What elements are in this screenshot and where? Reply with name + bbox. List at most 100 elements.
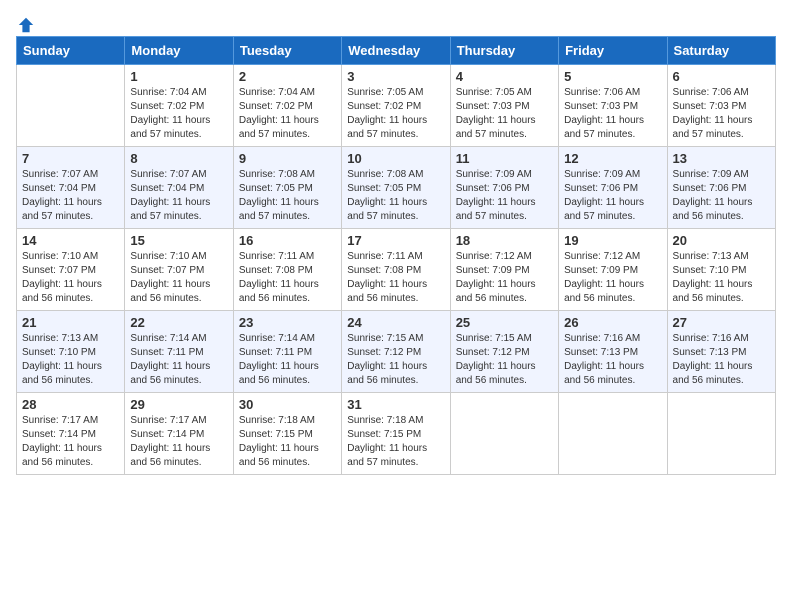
day-info: Sunrise: 7:13 AM Sunset: 7:10 PM Dayligh… [673,250,770,306]
day-info: Sunrise: 7:05 AM Sunset: 7:03 PM Dayligh… [456,86,553,142]
day-number: 10 [347,151,444,166]
calendar-cell: 22Sunrise: 7:14 AM Sunset: 7:11 PM Dayli… [125,311,233,393]
day-number: 31 [347,397,444,412]
day-number: 3 [347,69,444,84]
calendar-cell: 9 Sunrise: 7:08 AM Sunset: 7:05 PM Daylig… [233,147,341,229]
day-number: 7 [22,151,119,166]
day-info: Sunrise: 7:18 AM Sunset: 7:15 PM Dayligh… [347,414,444,470]
calendar-cell: 7 Sunrise: 7:07 AM Sunset: 7:04 PM Daylig… [17,147,125,229]
day-info: Sunrise: 7:04 AM Sunset: 7:02 PM Dayligh… [239,86,336,142]
calendar-cell: 18 Sunrise: 7:12 AM Sunset: 7:09 PM Dayli… [450,229,558,311]
calendar-header-row: SundayMondayTuesdayWednesdayThursdayFrid… [17,37,776,65]
day-number: 19 [564,233,661,248]
weekday-header-friday: Friday [559,37,667,65]
logo-icon [17,16,35,34]
day-info: Sunrise: 7:09 AM Sunset: 7:06 PM Dayligh… [564,168,661,224]
logo [16,16,36,30]
header [16,16,776,30]
calendar-cell: 5 Sunrise: 7:06 AM Sunset: 7:03 PM Daylig… [559,65,667,147]
day-number: 1 [130,69,227,84]
day-info: Sunrise: 7:05 AM Sunset: 7:02 PM Dayligh… [347,86,444,142]
day-info: Sunrise: 7:12 AM Sunset: 7:09 PM Dayligh… [456,250,553,306]
day-info: Sunrise: 7:15 AM Sunset: 7:12 PM Dayligh… [347,332,444,388]
calendar-cell: 26 Sunrise: 7:16 AM Sunset: 7:13 PM Dayli… [559,311,667,393]
day-number: 17 [347,233,444,248]
day-number: 20 [673,233,770,248]
calendar-week-row: 7 Sunrise: 7:07 AM Sunset: 7:04 PM Daylig… [17,147,776,229]
day-number: 14 [22,233,119,248]
calendar-cell: 3 Sunrise: 7:05 AM Sunset: 7:02 PM Daylig… [342,65,450,147]
day-info: Sunrise: 7:17 AM Sunset: 7:14 PM Dayligh… [130,414,227,470]
calendar-cell: 4 Sunrise: 7:05 AM Sunset: 7:03 PM Daylig… [450,65,558,147]
weekday-header-wednesday: Wednesday [342,37,450,65]
day-number: 11 [456,151,553,166]
day-info: Sunrise: 7:11 AM Sunset: 7:08 PM Dayligh… [239,250,336,306]
day-number: 8 [130,151,227,166]
day-info: Sunrise: 7:09 AM Sunset: 7:06 PM Dayligh… [673,168,770,224]
calendar-cell: 11 Sunrise: 7:09 AM Sunset: 7:06 PM Dayli… [450,147,558,229]
calendar-body: 1 Sunrise: 7:04 AM Sunset: 7:02 PM Daylig… [17,65,776,475]
day-number: 9 [239,151,336,166]
day-number: 25 [456,315,553,330]
day-number: 12 [564,151,661,166]
weekday-header-tuesday: Tuesday [233,37,341,65]
calendar-week-row: 1 Sunrise: 7:04 AM Sunset: 7:02 PM Daylig… [17,65,776,147]
day-info: Sunrise: 7:07 AM Sunset: 7:04 PM Dayligh… [130,168,227,224]
calendar-cell: 31 Sunrise: 7:18 AM Sunset: 7:15 PM Dayli… [342,393,450,475]
calendar-table: SundayMondayTuesdayWednesdayThursdayFrid… [16,36,776,475]
calendar-cell: 14Sunrise: 7:10 AM Sunset: 7:07 PM Dayli… [17,229,125,311]
day-info: Sunrise: 7:14 AM Sunset: 7:11 PM Dayligh… [239,332,336,388]
day-number: 26 [564,315,661,330]
day-info: Sunrise: 7:15 AM Sunset: 7:12 PM Dayligh… [456,332,553,388]
weekday-header-sunday: Sunday [17,37,125,65]
day-info: Sunrise: 7:12 AM Sunset: 7:09 PM Dayligh… [564,250,661,306]
calendar-cell: 20 Sunrise: 7:13 AM Sunset: 7:10 PM Dayli… [667,229,775,311]
calendar-cell: 23 Sunrise: 7:14 AM Sunset: 7:11 PM Dayli… [233,311,341,393]
calendar-cell [17,65,125,147]
day-info: Sunrise: 7:13 AM Sunset: 7:10 PM Dayligh… [22,332,119,388]
day-info: Sunrise: 7:11 AM Sunset: 7:08 PM Dayligh… [347,250,444,306]
calendar-cell: 21 Sunrise: 7:13 AM Sunset: 7:10 PM Dayli… [17,311,125,393]
day-number: 13 [673,151,770,166]
weekday-header-saturday: Saturday [667,37,775,65]
calendar-cell: 16 Sunrise: 7:11 AM Sunset: 7:08 PM Dayli… [233,229,341,311]
weekday-header-thursday: Thursday [450,37,558,65]
day-info: Sunrise: 7:06 AM Sunset: 7:03 PM Dayligh… [564,86,661,142]
day-number: 21 [22,315,119,330]
calendar-cell: 28 Sunrise: 7:17 AM Sunset: 7:14 PM Dayli… [17,393,125,475]
day-info: Sunrise: 7:04 AM Sunset: 7:02 PM Dayligh… [130,86,227,142]
calendar-cell: 29 Sunrise: 7:17 AM Sunset: 7:14 PM Dayli… [125,393,233,475]
calendar-cell: 27 Sunrise: 7:16 AM Sunset: 7:13 PM Dayli… [667,311,775,393]
day-info: Sunrise: 7:09 AM Sunset: 7:06 PM Dayligh… [456,168,553,224]
day-info: Sunrise: 7:16 AM Sunset: 7:13 PM Dayligh… [564,332,661,388]
calendar-cell: 13 Sunrise: 7:09 AM Sunset: 7:06 PM Dayli… [667,147,775,229]
day-number: 18 [456,233,553,248]
day-number: 16 [239,233,336,248]
day-info: Sunrise: 7:17 AM Sunset: 7:14 PM Dayligh… [22,414,119,470]
day-info: Sunrise: 7:10 AM Sunset: 7:07 PM Dayligh… [130,250,227,306]
day-number: 28 [22,397,119,412]
day-number: 23 [239,315,336,330]
calendar-cell [667,393,775,475]
day-number: 29 [130,397,227,412]
day-number: 6 [673,69,770,84]
calendar-cell: 6Sunrise: 7:06 AM Sunset: 7:03 PM Daylig… [667,65,775,147]
day-number: 4 [456,69,553,84]
weekday-header-monday: Monday [125,37,233,65]
calendar-cell: 12 Sunrise: 7:09 AM Sunset: 7:06 PM Dayli… [559,147,667,229]
calendar-cell: 17 Sunrise: 7:11 AM Sunset: 7:08 PM Dayli… [342,229,450,311]
day-number: 27 [673,315,770,330]
calendar-cell: 2Sunrise: 7:04 AM Sunset: 7:02 PM Daylig… [233,65,341,147]
day-info: Sunrise: 7:08 AM Sunset: 7:05 PM Dayligh… [347,168,444,224]
calendar-week-row: 14 Sunrise: 7:10 AM Sunset: 7:07 PM Dayli… [17,229,776,311]
calendar-cell: 10 Sunrise: 7:08 AM Sunset: 7:05 PM Dayli… [342,147,450,229]
day-info: Sunrise: 7:14 AM Sunset: 7:11 PM Dayligh… [130,332,227,388]
day-info: Sunrise: 7:07 AM Sunset: 7:04 PM Dayligh… [22,168,119,224]
calendar-cell: 25 Sunrise: 7:15 AM Sunset: 7:12 PM Dayli… [450,311,558,393]
calendar-cell: 15Sunrise: 7:10 AM Sunset: 7:07 PM Dayli… [125,229,233,311]
calendar-cell: 1 Sunrise: 7:04 AM Sunset: 7:02 PM Daylig… [125,65,233,147]
day-number: 5 [564,69,661,84]
day-info: Sunrise: 7:16 AM Sunset: 7:13 PM Dayligh… [673,332,770,388]
day-info: Sunrise: 7:08 AM Sunset: 7:05 PM Dayligh… [239,168,336,224]
calendar-cell [450,393,558,475]
